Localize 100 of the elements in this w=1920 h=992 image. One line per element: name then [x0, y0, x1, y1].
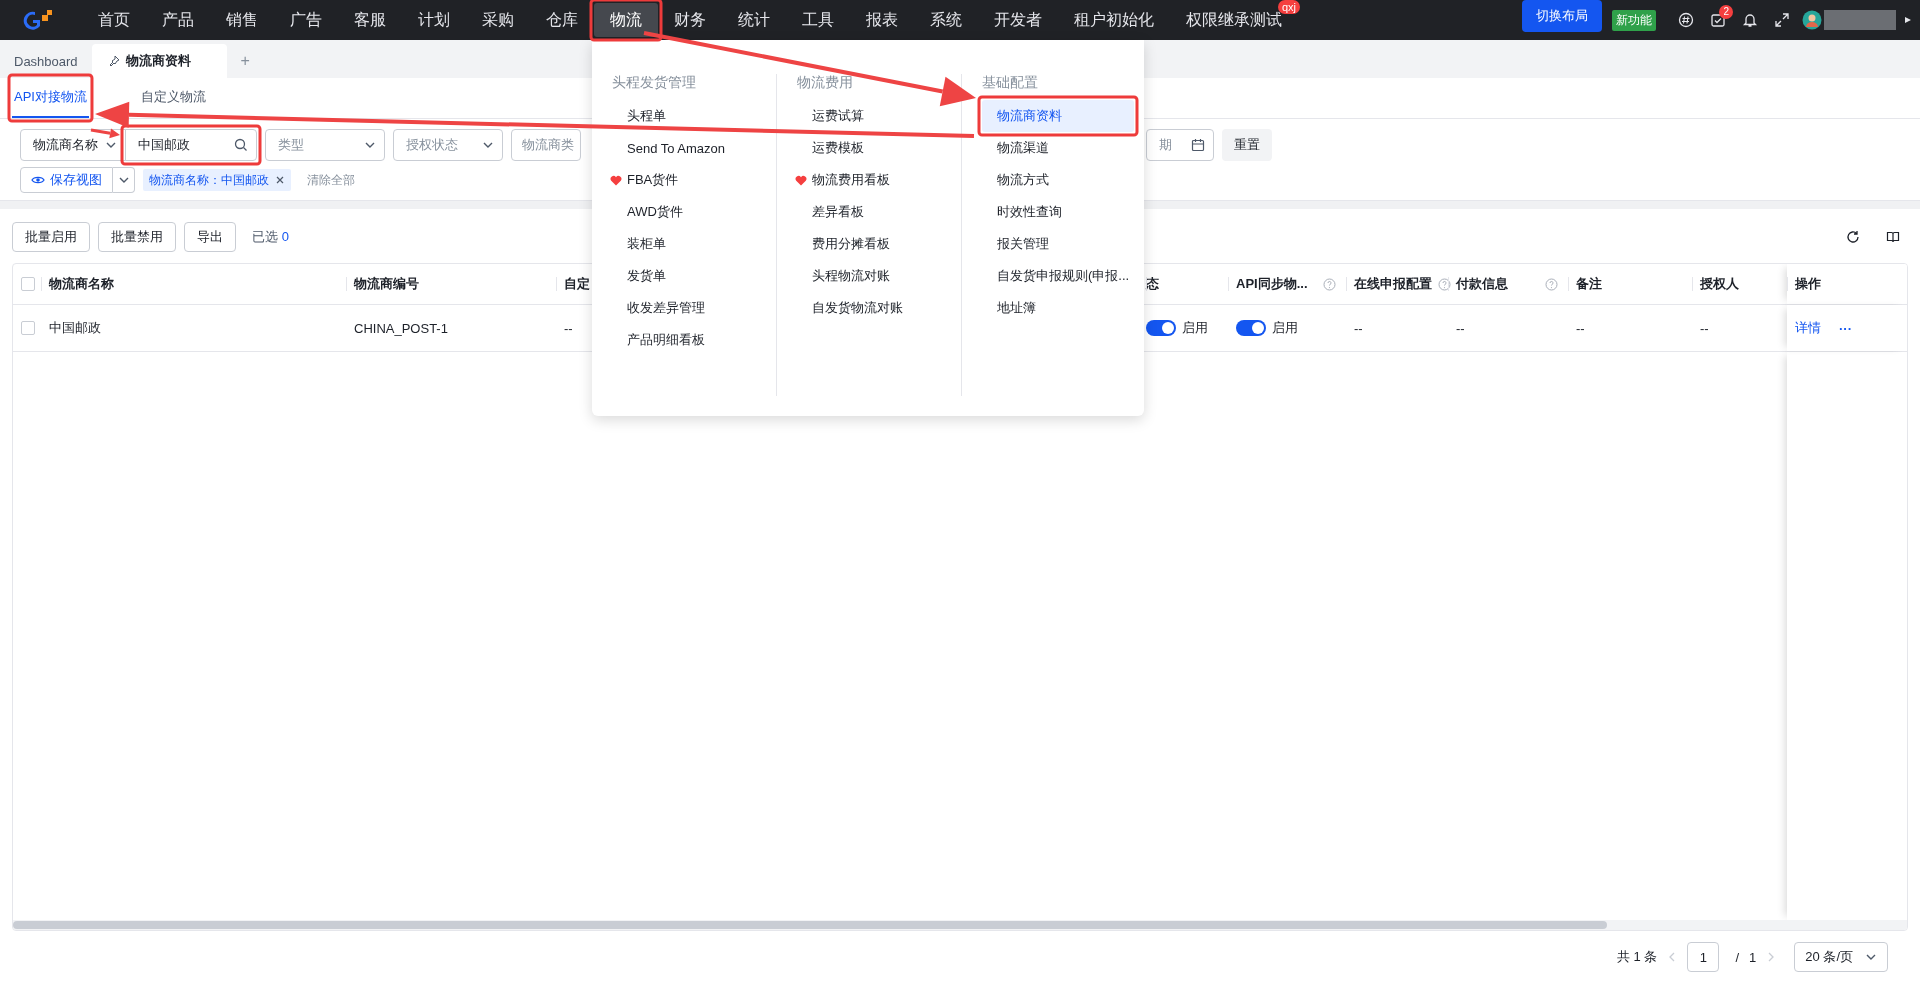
toolbar-button[interactable]: 导出: [184, 222, 236, 252]
nav-item[interactable]: 报表: [850, 3, 914, 37]
more-button[interactable]: ···: [1839, 320, 1852, 336]
menu-item[interactable]: 头程物流对账: [812, 267, 890, 285]
table-cell: --: [1576, 320, 1585, 336]
status-label: 启用: [1182, 319, 1208, 337]
menu-group-title: 头程发货管理: [612, 74, 696, 92]
nav-item[interactable]: 首页: [82, 3, 146, 37]
clear-all-link[interactable]: 清除全部: [307, 171, 355, 189]
column-header: 操作: [1795, 275, 1821, 293]
nav-item[interactable]: 系统: [914, 3, 978, 37]
toggle-switch[interactable]: [1146, 320, 1176, 336]
calendar-icon: [1191, 138, 1205, 152]
menu-item[interactable]: 报关管理: [997, 235, 1049, 253]
nav-item[interactable]: 产品: [146, 3, 210, 37]
avatar-icon[interactable]: [1802, 10, 1822, 30]
menu-item[interactable]: 自发货物流对账: [812, 299, 903, 317]
menu-item[interactable]: 物流商资料: [982, 100, 1134, 132]
nav-item[interactable]: 开发者: [978, 3, 1058, 37]
column-header: 自定: [564, 275, 590, 293]
toggle-switch[interactable]: [1236, 320, 1266, 336]
column-header: 物流商名称: [49, 275, 114, 293]
filter-tag[interactable]: 物流商名称：中国邮政: [143, 169, 291, 191]
menu-item[interactable]: 物流渠道: [997, 139, 1049, 157]
task-check-icon[interactable]: [1710, 12, 1726, 28]
page-input[interactable]: 1: [1687, 942, 1720, 972]
nav-item[interactable]: 权限继承测试 qxj: [1170, 3, 1298, 37]
nav-item[interactable]: 计划: [402, 3, 466, 37]
menu-item[interactable]: 头程单: [627, 107, 666, 125]
nav-item[interactable]: 广告: [274, 3, 338, 37]
nav-item[interactable]: 销售: [210, 3, 274, 37]
menu-item[interactable]: 产品明细看板: [627, 331, 705, 349]
reset-button[interactable]: 重置: [1222, 129, 1272, 161]
menu-item[interactable]: 发货单: [627, 267, 666, 285]
menu-item[interactable]: Send To Amazon: [627, 140, 726, 156]
menu-item[interactable]: 装柜单: [627, 235, 666, 253]
page-count: 1: [1749, 949, 1757, 965]
column-header: 授权人: [1700, 275, 1739, 293]
page-tab[interactable]: Dashboard: [0, 44, 92, 78]
menu-group-title: 物流费用: [797, 74, 853, 92]
scrollbar-thumb[interactable]: [13, 921, 1607, 929]
table-cell: --: [1700, 320, 1709, 336]
checkbox[interactable]: [21, 321, 35, 335]
details-link[interactable]: 详情: [1795, 319, 1821, 337]
column-header: 备注: [1576, 275, 1602, 293]
bell-icon[interactable]: [1742, 12, 1758, 28]
nav-item[interactable]: 采购: [466, 3, 530, 37]
column-header: 在线申报配置: [1354, 275, 1432, 293]
table-cell: --: [1354, 320, 1363, 336]
page-size-select[interactable]: 20 条/页: [1794, 942, 1888, 972]
page-tab[interactable]: 物流商资料: [91, 44, 227, 78]
toolbar-button[interactable]: 批量禁用: [98, 222, 176, 252]
hash-circle-icon[interactable]: [1678, 12, 1694, 28]
close-icon[interactable]: [275, 175, 285, 185]
checkbox[interactable]: [21, 277, 35, 291]
nav-item[interactable]: 财务: [658, 3, 722, 37]
table-cell: 中国邮政: [49, 319, 101, 337]
menu-item[interactable]: 费用分摊看板: [812, 235, 890, 253]
column-header: 物流商编号: [354, 275, 419, 293]
menu-item[interactable]: 运费模板: [812, 139, 864, 157]
menu-item[interactable]: 时效性查询: [997, 203, 1062, 221]
nav-item[interactable]: 物流: [594, 3, 658, 37]
status-label: 启用: [1272, 319, 1298, 337]
table-cell: --: [1456, 320, 1465, 336]
toolbar-button[interactable]: 批量启用: [12, 222, 90, 252]
search-icon: [234, 138, 248, 152]
nav-item[interactable]: 统计: [722, 3, 786, 37]
table-cell: --: [564, 320, 573, 336]
nav-item[interactable]: 工具: [786, 3, 850, 37]
table-cell: CHINA_POST-1: [354, 320, 448, 336]
menu-item[interactable]: AWD货件: [627, 203, 683, 221]
menu-item[interactable]: 地址簿: [997, 299, 1036, 317]
column-header: 付款信息: [1456, 275, 1508, 293]
sub-tab[interactable]: 自定义物流: [138, 78, 208, 118]
selected-count: 已选 0: [252, 228, 289, 246]
refresh-icon[interactable]: [1846, 230, 1860, 244]
search-field[interactable]: 中国邮政: [125, 129, 257, 161]
menu-item[interactable]: 自发货申报规则(申报...: [997, 267, 1130, 285]
caret-icon[interactable]: [1904, 16, 1912, 24]
menu-item[interactable]: 物流费用看板: [812, 171, 890, 189]
switch-layout-button[interactable]: 切换布局: [1522, 0, 1602, 32]
select-field[interactable]: 物流商名称: [20, 129, 126, 161]
menu-item[interactable]: 收发差异管理: [627, 299, 705, 317]
menu-item[interactable]: 差异看板: [812, 203, 864, 221]
expand-icon[interactable]: [1774, 12, 1790, 28]
nav-item[interactable]: 仓库: [530, 3, 594, 37]
nav-item[interactable]: 租户初始化: [1058, 3, 1170, 37]
menu-group-title: 基础配置: [982, 74, 1038, 92]
menu-item[interactable]: FBA货件: [627, 171, 679, 189]
nav-item[interactable]: 客服: [338, 3, 402, 37]
hidden-username: [1824, 10, 1896, 30]
count-badge: 2: [1719, 5, 1733, 19]
save-view-button[interactable]: 保存视图: [20, 167, 113, 193]
page-separator: /: [1735, 949, 1740, 965]
column-header: 态: [1146, 275, 1159, 293]
column-header: API同步物...: [1236, 275, 1308, 293]
menu-item[interactable]: 运费试算: [812, 107, 864, 125]
menu-item[interactable]: 物流方式: [997, 171, 1049, 189]
book-icon[interactable]: [1886, 230, 1900, 244]
pin-icon: [107, 55, 120, 67]
